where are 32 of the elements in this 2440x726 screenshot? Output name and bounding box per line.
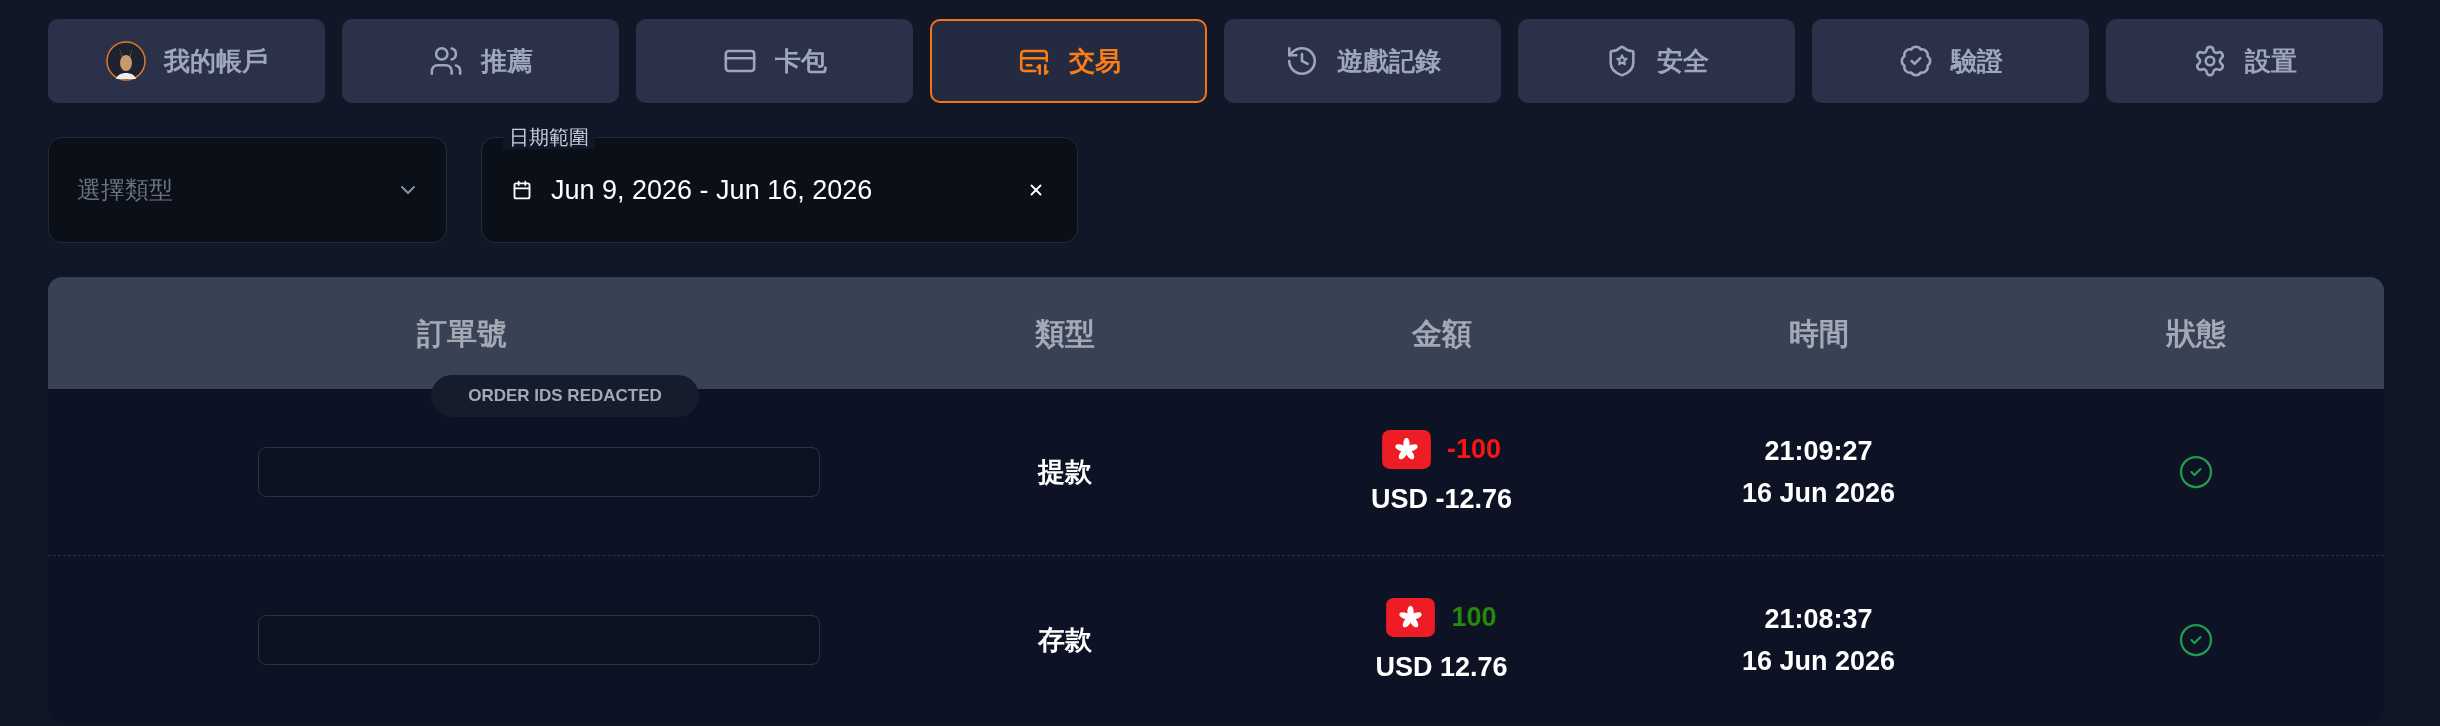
tab[interactable]: 推薦: [342, 19, 619, 103]
transaction-type: 存款: [1037, 623, 1092, 657]
column-header: 類型: [1034, 315, 1095, 352]
column-header: 訂單號: [417, 315, 507, 352]
time-text: 21:09:27: [1764, 435, 1873, 468]
users-icon: [428, 44, 463, 78]
tab[interactable]: 設置: [2106, 19, 2383, 103]
tab[interactable]: 交易: [930, 19, 1207, 103]
flag-icon: [1386, 597, 1436, 637]
type-select[interactable]: 選擇類型: [48, 137, 447, 243]
tab[interactable]: 安全: [1518, 19, 1795, 103]
tab[interactable]: 我的帳戶: [48, 19, 325, 103]
redaction-badge: ORDER IDS REDACTED: [431, 375, 699, 417]
flag-icon: [1381, 429, 1431, 469]
transaction-type: 提款: [1037, 455, 1092, 489]
tab[interactable]: 卡包: [636, 19, 913, 103]
date-text: 16 Jun 2026: [1741, 645, 1896, 678]
amount-text: 100: [1451, 601, 1497, 633]
tab[interactable]: 驗證: [1812, 19, 2089, 103]
tab[interactable]: 遊戲記錄: [1224, 19, 1501, 103]
column-header: 金額: [1411, 315, 1472, 352]
column-header: 時間: [1788, 315, 1849, 352]
column-header: 狀態: [2165, 315, 2226, 352]
field-label: 日期範圍: [503, 125, 595, 149]
converted-amount: USD -12.76: [1370, 482, 1513, 515]
badge-check-icon: [1898, 44, 1933, 78]
date-text: 16 Jun 2026: [1741, 477, 1896, 510]
amount-text: -100: [1446, 433, 1501, 465]
calendar-icon: [512, 180, 532, 200]
time-text: 21:08:37: [1764, 603, 1873, 636]
avatar-icon: [105, 41, 146, 81]
converted-amount: USD 12.76: [1375, 650, 1508, 683]
